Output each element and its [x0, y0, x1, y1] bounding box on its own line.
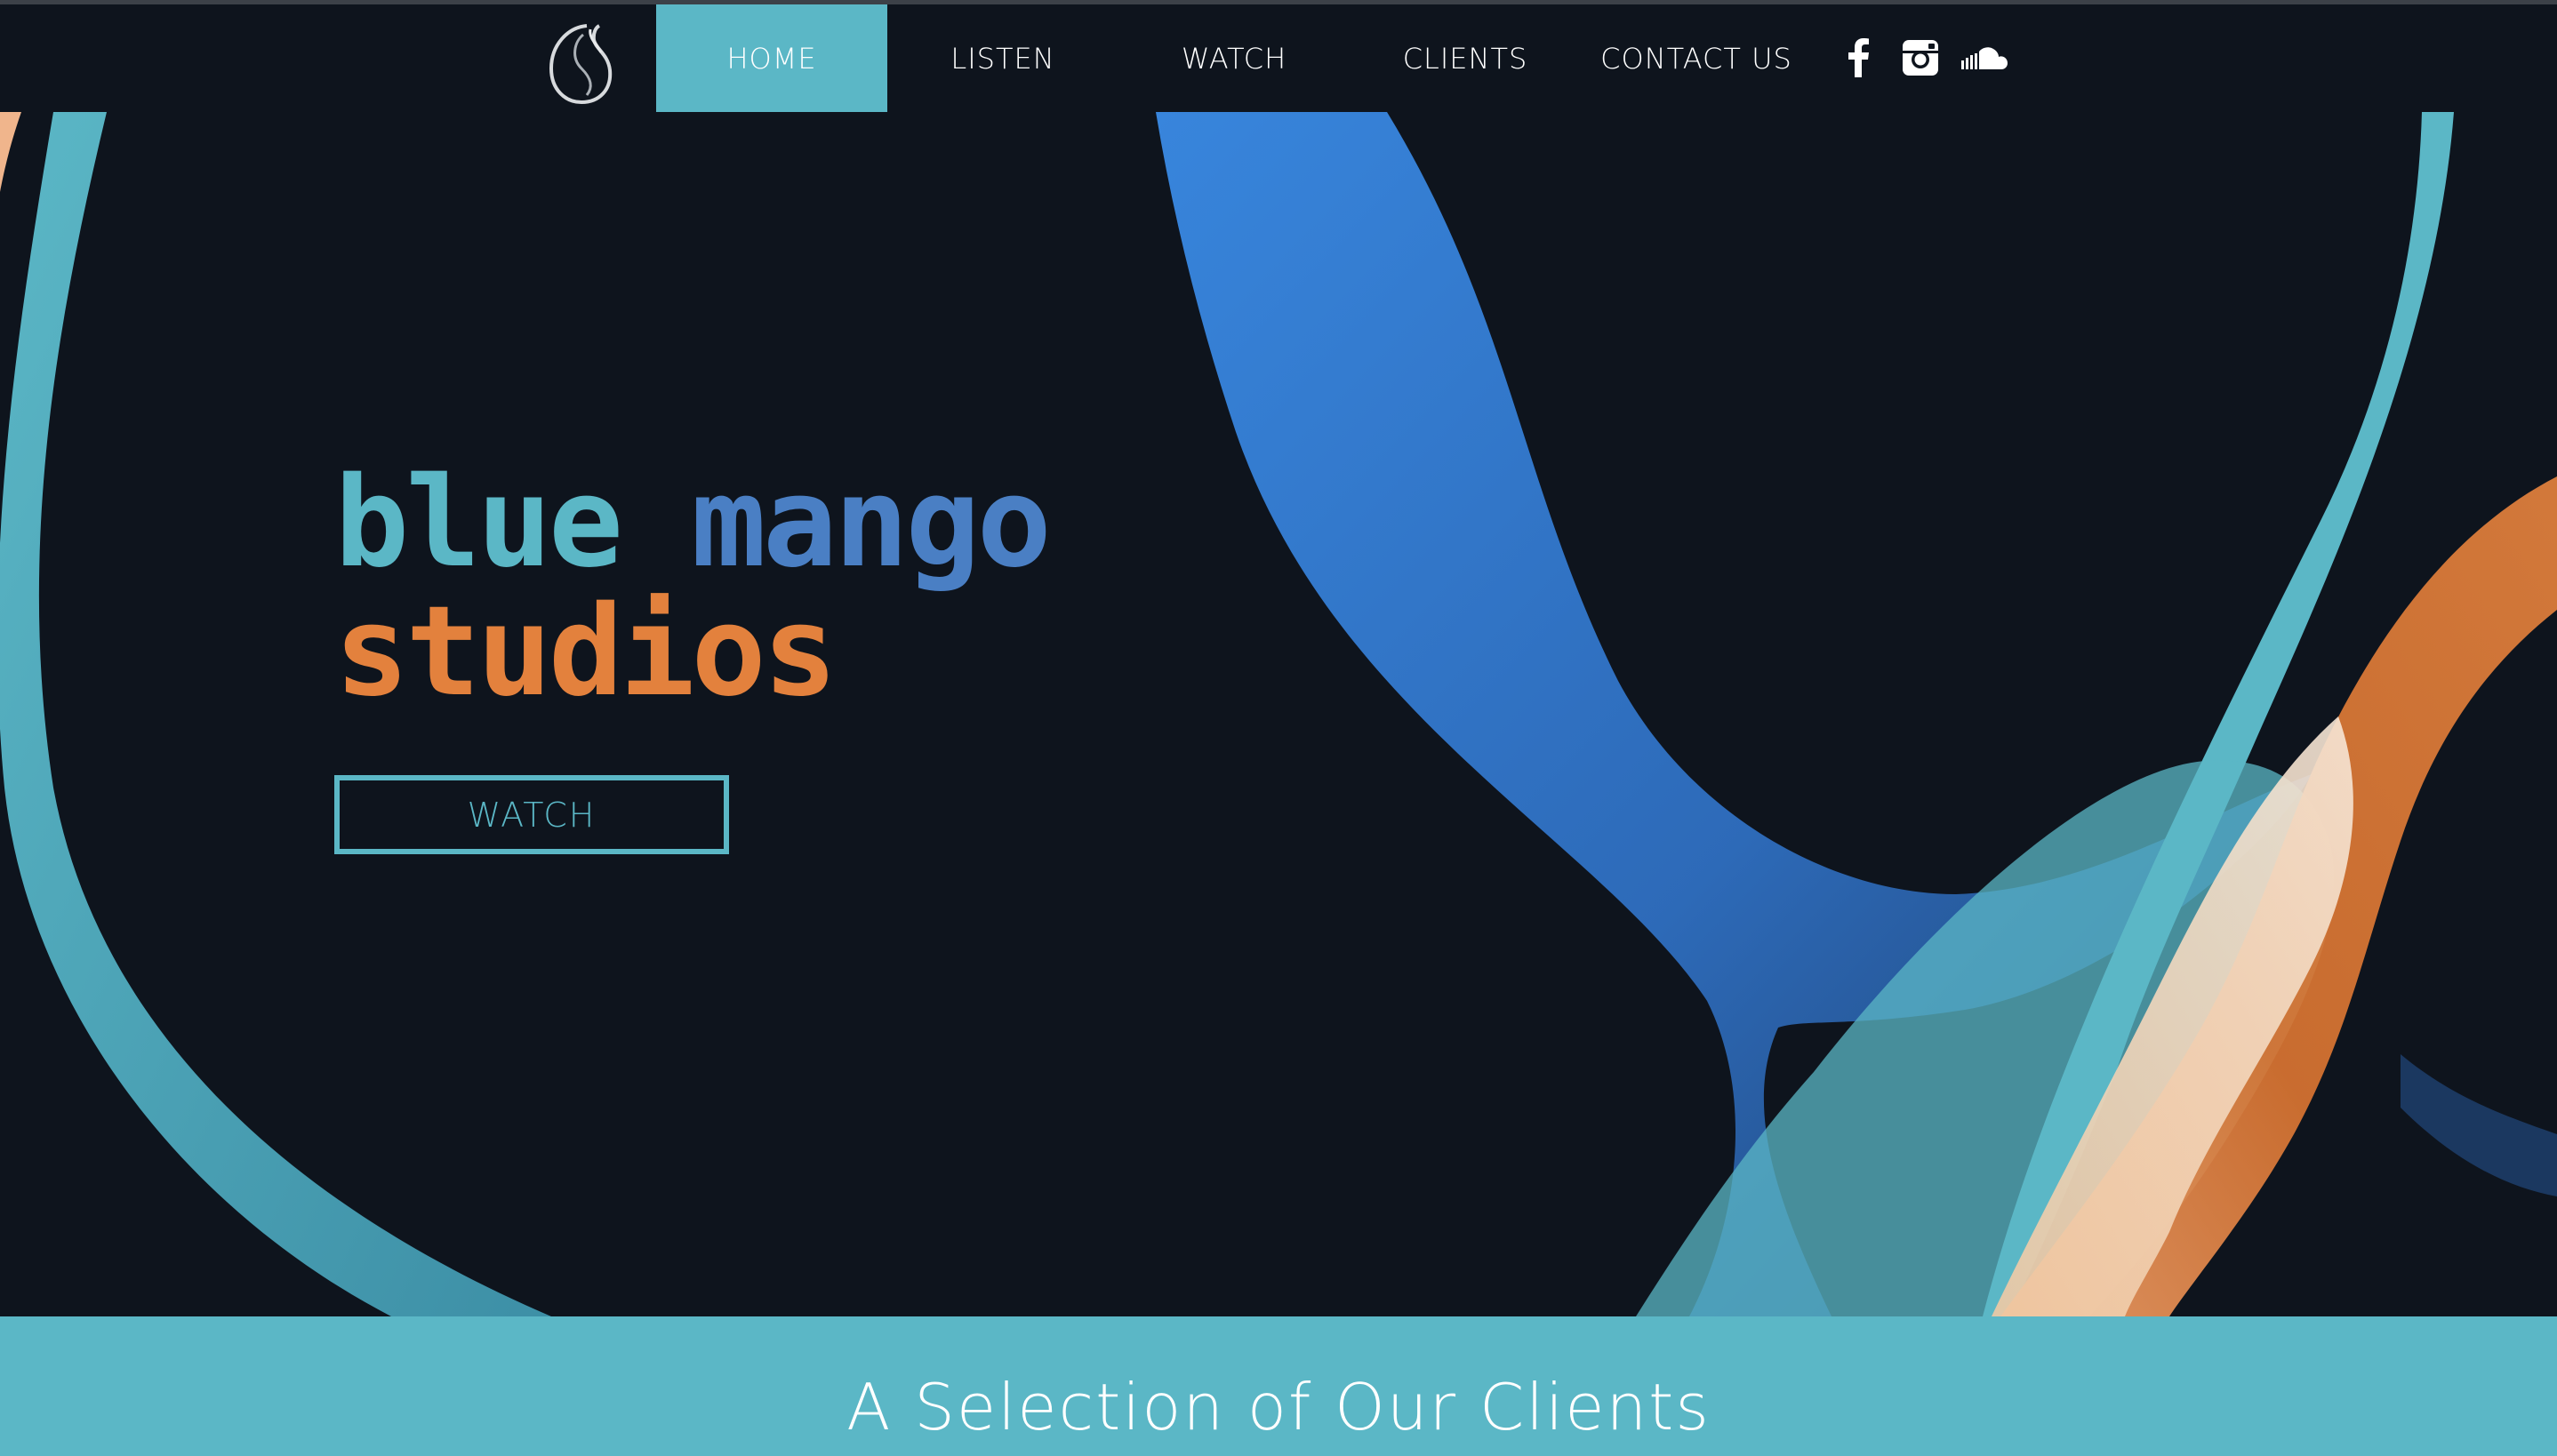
nav-clients[interactable]: CLIENTS: [1350, 4, 1581, 112]
clients-section: A Selection of Our Clients: [0, 1316, 2557, 1456]
nav-watch[interactable]: WATCH: [1118, 4, 1350, 112]
instagram-icon[interactable]: [1896, 33, 1945, 83]
mango-logo-icon[interactable]: [544, 19, 619, 108]
nav-listen[interactable]: LISTEN: [887, 4, 1118, 112]
soundcloud-icon[interactable]: [1960, 33, 2009, 83]
title-word-studios: studios: [334, 580, 838, 724]
title-word-blue: blue: [334, 451, 623, 596]
navigation-bar: HOME LISTEN WATCH CLIENTS CONTACT US: [0, 4, 2557, 112]
clients-heading: A Selection of Our Clients: [846, 1370, 1711, 1444]
facebook-icon[interactable]: [1833, 33, 1883, 83]
nav-contact-us[interactable]: CONTACT US: [1581, 4, 1812, 112]
watch-button[interactable]: WATCH: [334, 775, 729, 854]
hero-title: blue mango studios: [334, 459, 1052, 716]
nav-home[interactable]: HOME: [656, 4, 887, 112]
hero-section: blue mango studios WATCH: [0, 112, 2557, 1316]
title-word-mango: mango: [691, 451, 1051, 596]
